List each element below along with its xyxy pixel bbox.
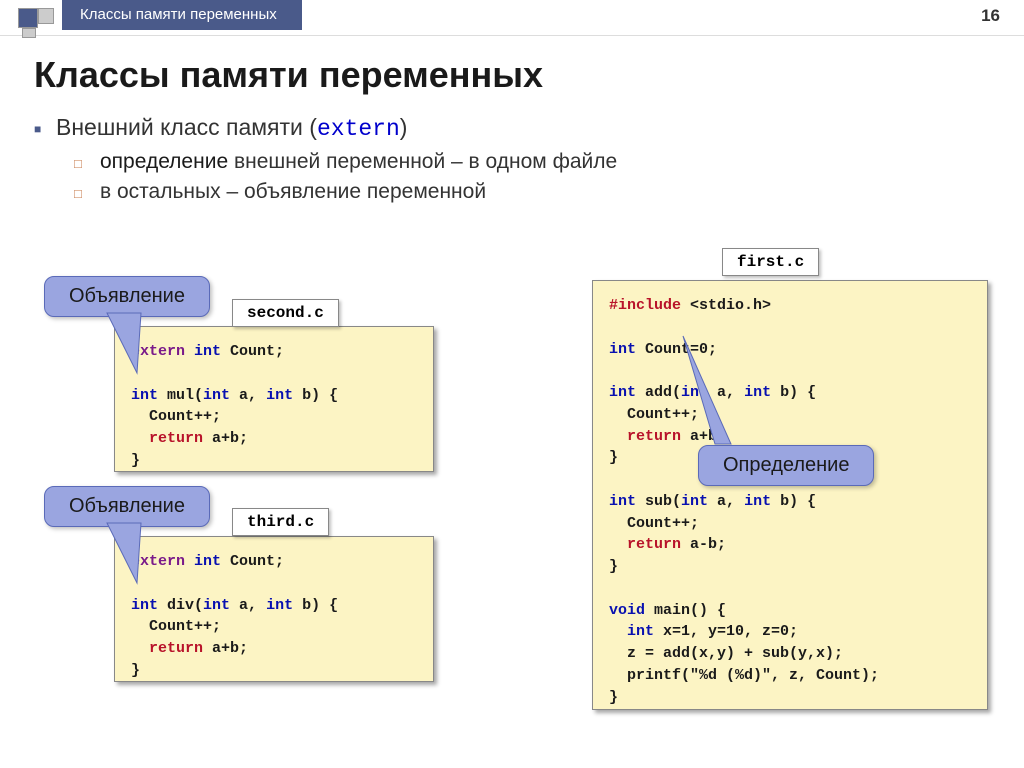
file-label-second: second.c xyxy=(232,299,339,327)
sub-bullet-definition: определение внешней переменной – в одном… xyxy=(100,150,990,174)
file-label-third: third.c xyxy=(232,508,329,536)
callout-declaration-1: Объявление xyxy=(44,276,210,317)
callout-definition: Определение xyxy=(698,445,874,486)
content-area: Классы памяти переменных Внешний класс п… xyxy=(0,36,1024,204)
bullet-extern: Внешний класс памяти (extern) определени… xyxy=(56,114,990,204)
slide-header: Классы памяти переменных 16 xyxy=(0,0,1024,36)
logo-squares xyxy=(18,8,54,32)
sub-bullet-declaration: в остальных – объявление переменной xyxy=(100,180,990,204)
breadcrumb: Классы памяти переменных xyxy=(62,0,302,30)
page-number: 16 xyxy=(981,6,1000,26)
page-title: Классы памяти переменных xyxy=(34,54,990,96)
file-label-first: first.c xyxy=(722,248,819,276)
code-box-first: #include <stdio.h> int Count=0; int add(… xyxy=(592,280,988,710)
callout-declaration-2: Объявление xyxy=(44,486,210,527)
